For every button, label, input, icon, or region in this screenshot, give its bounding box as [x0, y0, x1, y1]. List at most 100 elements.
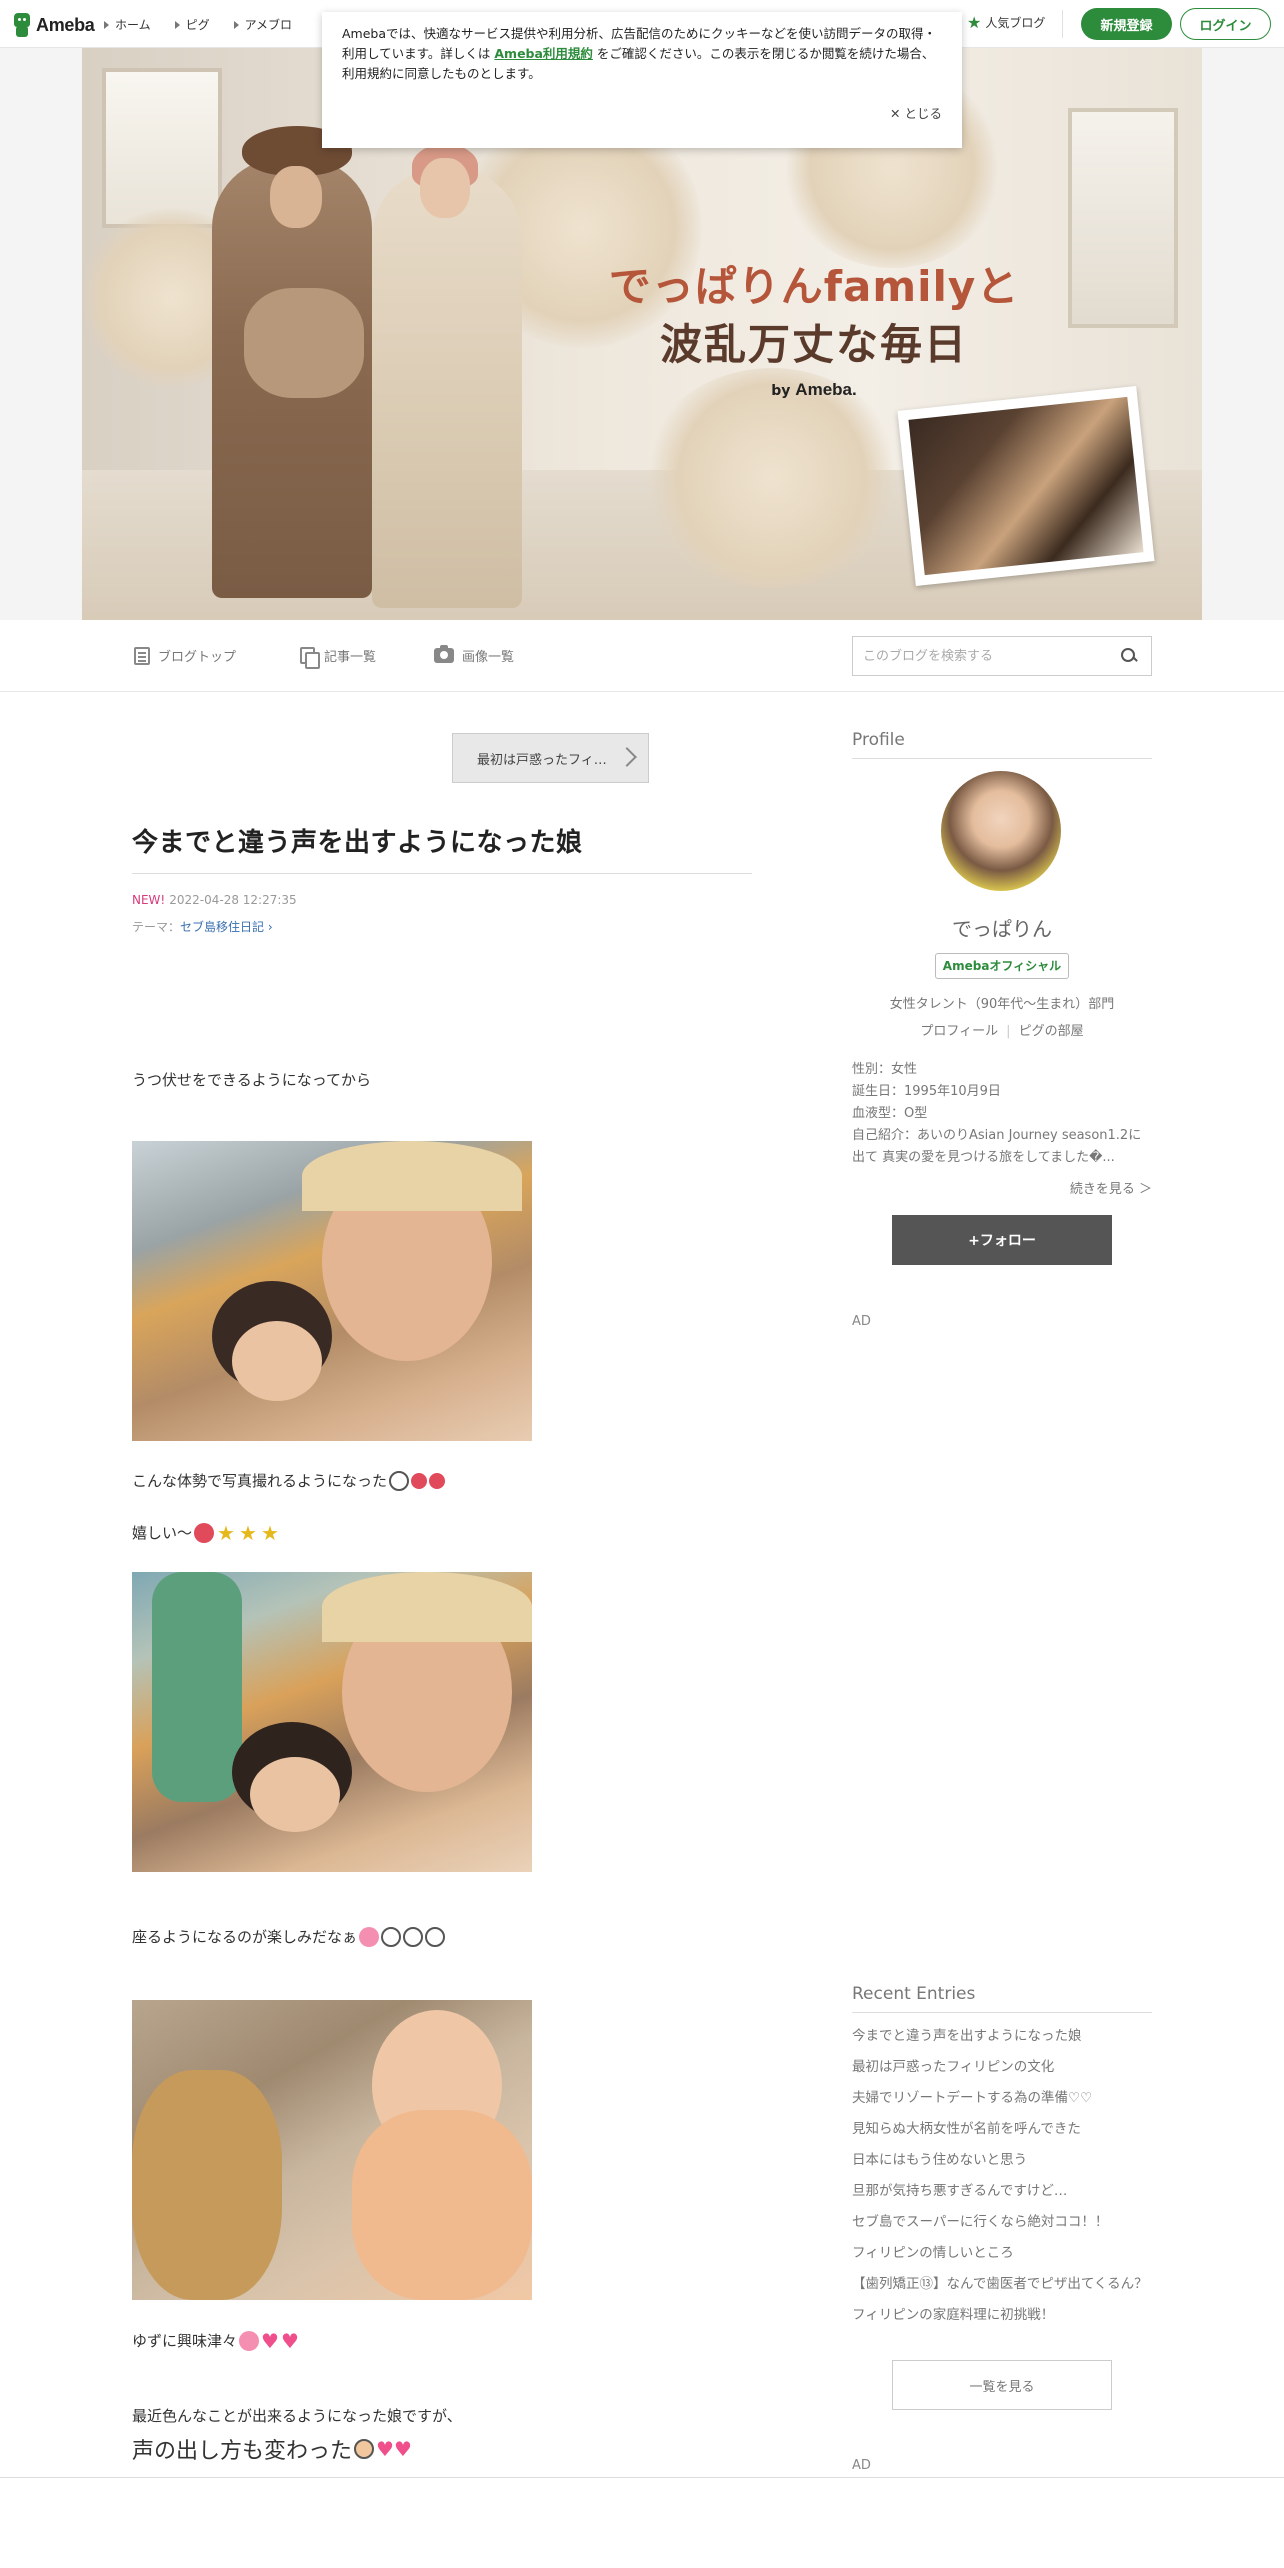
blog-nav: ブログトップ 記事一覧 画像一覧 — [0, 620, 1284, 692]
heart-emoji-icon — [359, 1926, 380, 1947]
recent-entry-link[interactable]: 今までと違う声を出すようになった娘 — [852, 2025, 1152, 2047]
dots-emoji-icon — [411, 1472, 428, 1489]
avatar[interactable] — [941, 771, 1061, 891]
entry-paragraph-text: こんな体勢で写真撮れるようになった — [132, 1472, 388, 1490]
entry-photo[interactable] — [132, 2000, 532, 2300]
recent-entry-link[interactable]: 夫婦でリゾートデートする為の準備♡♡ — [852, 2087, 1152, 2109]
profile-blood-type: 血液型：O型 — [852, 1106, 928, 1121]
recent-entry-link[interactable]: 日本にはもう住めないと思う — [852, 2149, 1152, 2171]
profile-intro: 自己紹介：あいのりAsian Journey season1.2に出て 真実の愛… — [852, 1128, 1142, 1165]
profile-links: プロフィール | ピグの部屋 — [852, 1020, 1152, 1039]
profile-link[interactable]: プロフィール — [920, 1024, 998, 1039]
cookie-close-button[interactable]: ✕ とじる — [890, 104, 942, 124]
smile-emoji-icon — [194, 1522, 215, 1543]
grin-emoji-icon — [381, 1926, 402, 1947]
search-icon[interactable] — [1121, 648, 1137, 664]
ameba-logo[interactable]: Ameba — [12, 12, 95, 38]
recent-entry-link[interactable]: 旦那が気持ち悪すぎるんですけど… — [852, 2180, 1152, 2202]
triangle-right-icon — [174, 20, 180, 29]
banner-title: でっぱりんfamilyと 波乱万丈な毎日 by Ameba. — [594, 258, 1034, 403]
global-nav: ホーム ピグ アメブロ — [104, 16, 292, 33]
banner-dog-photo — [897, 385, 1155, 587]
ameba-mascot-icon — [12, 13, 32, 37]
image-list-link[interactable]: 画像一覧 — [434, 645, 514, 665]
photo-subject-hair — [322, 1572, 532, 1642]
new-badge: NEW! — [132, 893, 166, 907]
banner-brand: Ameba. — [795, 380, 857, 399]
header-divider — [1062, 10, 1063, 38]
entry-photo[interactable] — [132, 1141, 532, 1441]
window-decoration — [102, 68, 222, 228]
face-emoji-icon — [239, 2330, 260, 2351]
banner-photo-face — [420, 158, 470, 218]
view-all-button[interactable]: 一覧を見る — [892, 2360, 1112, 2410]
triangle-right-icon — [233, 20, 239, 29]
link-separator: | — [1006, 1024, 1011, 1039]
entry-paragraph-text: 嬉しい〜 — [132, 1524, 193, 1542]
dots-emoji-icon — [429, 1472, 446, 1489]
logo-text: Ameba — [36, 14, 95, 35]
terms-link[interactable]: Ameba利用規約 — [494, 46, 593, 61]
read-more-link[interactable]: 続きを見る ＞ — [852, 1178, 1152, 1197]
profile-info: 性別：女性 誕生日：1995年10月9日 血液型：O型 自己紹介：あいのりAsi… — [852, 1059, 1152, 1169]
profile-name[interactable]: でっぱりん — [852, 913, 1152, 942]
entry-paragraph: 嬉しい〜 ★ ★ ★ — [132, 1522, 280, 1543]
heart-arrow-emoji-icon: ♥ — [280, 2328, 299, 2353]
entry-paragraph-text: ゆずに興味津々 — [132, 2332, 238, 2350]
popular-blog-label: 人気ブログ — [985, 16, 1046, 30]
banner-photo-woman — [372, 168, 522, 608]
photo-baby-face — [232, 1321, 322, 1401]
nav-ameblo[interactable]: アメブロ — [233, 16, 292, 33]
fist-emoji-icon — [354, 2439, 375, 2459]
star-emoji-icon: ★ — [239, 1520, 257, 1545]
blog-search-input[interactable] — [853, 637, 1103, 675]
banner-by: by — [771, 383, 791, 399]
recent-entry-link[interactable]: 最初は戸惑ったフィリピンの文化 — [852, 2056, 1152, 2078]
recent-entries-heading: Recent Entries — [852, 1984, 976, 2004]
pigg-room-link[interactable]: ピグの部屋 — [1019, 1024, 1084, 1039]
star-icon: ★ — [967, 12, 982, 32]
entry-theme: テーマ：セブ島移住日記 › — [132, 918, 273, 935]
face-emoji-icon — [389, 1470, 410, 1491]
entry-list-label: 記事一覧 — [324, 650, 377, 665]
banner-photo-baby — [244, 288, 364, 398]
profile-category[interactable]: 女性タレント（90年代～生まれ）部門 — [852, 993, 1152, 1012]
entry-paragraph-large: 声の出し方も変わった ♥♥ — [132, 2433, 412, 2465]
recent-entry-link[interactable]: セブ島でスーパーに行くなら絶対ココ！！ — [852, 2211, 1152, 2233]
recent-entry-link[interactable]: 【歯列矯正⑬】なんで歯医者でピザ出てくるん？ — [852, 2273, 1152, 2295]
entry-paragraph: こんな体勢で写真撮れるようになった — [132, 1470, 446, 1491]
entry-paragraph: うつ伏せをできるようになってから — [132, 1071, 371, 1089]
recent-entry-link[interactable]: 見知らぬ大柄女性が名前を呼んできた — [852, 2118, 1152, 2140]
entry-paragraph: 座るようになるのが楽しみだなぁ — [132, 1926, 446, 1947]
previous-entry-button[interactable]: 最初は戸惑ったフィ… — [452, 733, 649, 783]
profile-heading: Profile — [852, 730, 905, 750]
camera-icon — [434, 645, 454, 663]
nav-home-label: ホーム — [115, 18, 151, 32]
blog-top-label: ブログトップ — [158, 650, 237, 665]
login-button[interactable]: ログイン — [1180, 8, 1271, 40]
recent-entry-link[interactable]: フィリピンの情しいところ — [852, 2242, 1152, 2264]
recent-entry-link[interactable]: フィリピンの家庭料理に初挑戦！ — [852, 2304, 1152, 2326]
theme-link[interactable]: セブ島移住日記 › — [180, 920, 273, 934]
close-icon: ✕ — [890, 106, 901, 121]
signup-button[interactable]: 新規登録 — [1081, 8, 1172, 40]
recent-entries-list: 今までと違う声を出すようになった娘 最初は戸惑ったフィリピンの文化 夫婦でリゾー… — [852, 2025, 1152, 2335]
nav-pigg[interactable]: ピグ — [174, 16, 210, 33]
banner-title-line1: でっぱりんfamilyと — [608, 262, 1020, 311]
banner-photo-face — [270, 166, 322, 228]
photo-baby-face — [250, 1757, 340, 1832]
follow-button[interactable]: +フォロー — [892, 1215, 1112, 1265]
popular-blog-link[interactable]: ★ 人気ブログ — [967, 14, 1045, 31]
star-emoji-icon: ★ — [261, 1520, 279, 1545]
blog-search — [852, 636, 1152, 676]
chevron-right-icon — [617, 747, 637, 767]
entry-photo[interactable] — [132, 1572, 532, 1872]
nav-pigg-label: ピグ — [185, 18, 210, 32]
theme-link-text: セブ島移住日記 — [180, 920, 265, 934]
nav-home[interactable]: ホーム — [104, 16, 151, 33]
entry-paragraph: ゆずに興味津々 ♥ ♥ — [132, 2330, 299, 2351]
entry-list-link[interactable]: 記事一覧 — [300, 646, 377, 669]
document-icon — [134, 646, 150, 665]
blog-top-link[interactable]: ブログトップ — [134, 646, 236, 665]
photo-dog — [132, 2070, 282, 2300]
